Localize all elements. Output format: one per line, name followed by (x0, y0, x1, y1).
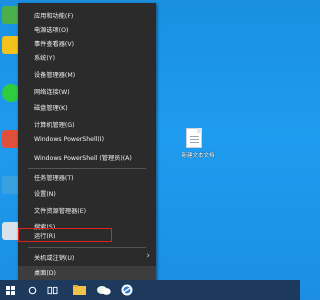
taskbar (0, 280, 300, 300)
menu-separator (28, 247, 146, 248)
menu-item-settings[interactable]: 设置(N) (18, 187, 156, 201)
menu-item-event-viewer[interactable]: 事件查看器(V) (18, 37, 156, 51)
menu-item-disk-management[interactable]: 磁盘管理(K) (18, 101, 156, 115)
file-label: 新建文本文档 (181, 153, 215, 159)
document-icon (186, 128, 202, 148)
menu-item-desktop[interactable]: 桌面(D) (18, 266, 156, 280)
menu-item-shutdown-signout[interactable]: 关机或注销(U) (18, 251, 156, 265)
menu-item-file-explorer[interactable]: 文件资源管理器(E) (18, 204, 156, 218)
menu-item-computer-management[interactable]: 计算机管理(G) (18, 118, 156, 132)
menu-item-powershell-admin[interactable]: Windows PowerShell (管理员)(A) (18, 151, 156, 165)
search-circle-icon[interactable] (25, 280, 39, 300)
menu-item-system[interactable]: 系统(Y) (18, 51, 156, 65)
task-view-icon[interactable] (45, 280, 59, 300)
browser-icon[interactable] (118, 280, 136, 300)
wechat-icon[interactable] (95, 280, 113, 300)
winx-context-menu: 应用和功能(F) 电源选项(O) 事件查看器(V) 系统(Y) 设备管理器(M)… (18, 3, 156, 280)
menu-separator (28, 168, 146, 169)
windows-start-icon[interactable] (3, 280, 17, 300)
menu-item-network-connections[interactable]: 网络连接(W) (18, 85, 156, 99)
menu-item-apps-features[interactable]: 应用和功能(F) (18, 9, 156, 23)
run-highlight-box (18, 228, 112, 242)
menu-item-device-manager[interactable]: 设备管理器(M) (18, 68, 156, 82)
menu-item-powershell[interactable]: Windows PowerShell(I) (18, 134, 156, 148)
menu-item-task-manager[interactable]: 任务管理器(T) (18, 171, 156, 185)
file-explorer-icon[interactable] (70, 280, 88, 300)
menu-item-power-options[interactable]: 电源选项(O) (18, 23, 156, 37)
